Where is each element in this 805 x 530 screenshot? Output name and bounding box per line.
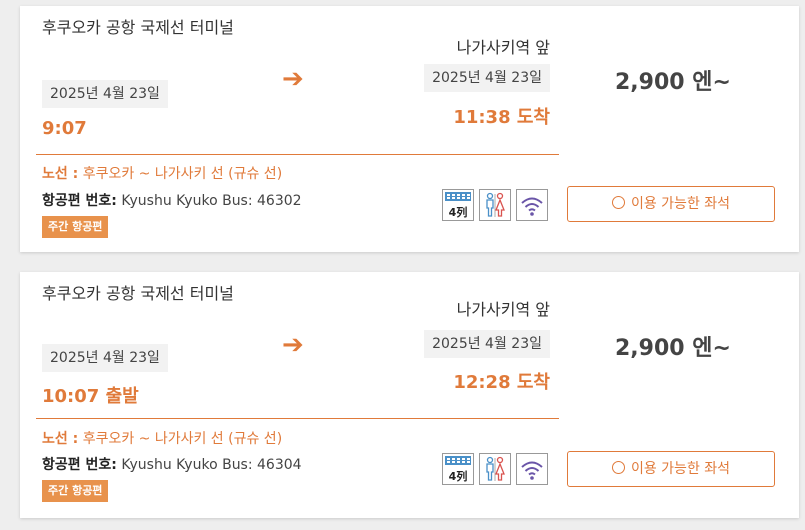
origin-date: 2025년 4월 23일	[42, 80, 168, 108]
wifi-icon	[516, 453, 548, 485]
price: 2,900 엔~	[615, 70, 731, 95]
flight-number: 항공편 번호: Kyushu Kyuko Bus: 46304	[42, 454, 302, 474]
arrow-right-icon: ➔	[282, 330, 304, 360]
available-seats-button[interactable]: 이용 가능한 좌석	[567, 451, 775, 487]
origin-stop: 후쿠오카 공항 국제선 터미널	[42, 18, 234, 37]
destination-stop: 나가사키역 앞	[456, 38, 550, 57]
flight-label: 항공편 번호:	[42, 457, 117, 473]
divider	[36, 418, 559, 419]
result-card: 후쿠오카 공항 국제선 터미널 2025년 4월 23일 10:07 출발 ➔ …	[20, 272, 799, 518]
destination-date: 2025년 4월 23일	[424, 330, 550, 358]
route-value: 후쿠오카 ~ 나가사키 선 (규슈 선)	[82, 166, 283, 182]
available-seats-label: 이용 가능한 좌석	[630, 461, 731, 477]
departure-time: 10:07 출발	[42, 386, 139, 407]
daytime-badge: 주간 항공편	[42, 480, 109, 502]
flight-value: Kyushu Kyuko Bus: 46302	[121, 193, 302, 209]
route-label: 노선 :	[42, 431, 79, 447]
arrival-time: 11:38 도착	[453, 107, 550, 128]
wifi-icon	[516, 189, 548, 221]
flight-label: 항공편 번호:	[42, 193, 117, 209]
circle-icon	[611, 461, 625, 474]
seat-layout-icon: 4列	[442, 453, 474, 485]
divider	[36, 154, 559, 155]
seat-layout-label: 4列	[449, 205, 468, 219]
seat-layout-label: 4列	[449, 469, 468, 483]
available-seats-button[interactable]: 이용 가능한 좌석	[567, 186, 775, 222]
daytime-badge: 주간 항공편	[42, 216, 109, 238]
route-label: 노선 :	[42, 166, 79, 182]
price: 2,900 엔~	[615, 336, 731, 361]
origin-stop: 후쿠오카 공항 국제선 터미널	[42, 284, 234, 303]
route-info: 노선 : 후쿠오카 ~ 나가사키 선 (규슈 선)	[42, 428, 282, 448]
departure-time: 9:07	[42, 118, 87, 139]
arrow-right-icon: ➔	[282, 64, 304, 94]
route-info: 노선 : 후쿠오카 ~ 나가사키 선 (규슈 선)	[42, 163, 282, 183]
flight-number: 항공편 번호: Kyushu Kyuko Bus: 46302	[42, 190, 302, 210]
circle-icon	[611, 196, 625, 209]
result-card: 후쿠오카 공항 국제선 터미널 2025년 4월 23일 9:07 ➔ 나가사키…	[20, 6, 799, 252]
origin-date: 2025년 4월 23일	[42, 344, 168, 372]
seat-layout-icon: 4列	[442, 189, 474, 221]
available-seats-label: 이용 가능한 좌석	[630, 196, 731, 212]
restroom-icon	[479, 189, 511, 221]
flight-value: Kyushu Kyuko Bus: 46304	[121, 457, 302, 473]
destination-stop: 나가사키역 앞	[456, 300, 550, 319]
route-value: 후쿠오카 ~ 나가사키 선 (규슈 선)	[82, 431, 283, 447]
arrival-time: 12:28 도착	[453, 372, 550, 393]
restroom-icon	[479, 453, 511, 485]
destination-date: 2025년 4월 23일	[424, 64, 550, 92]
